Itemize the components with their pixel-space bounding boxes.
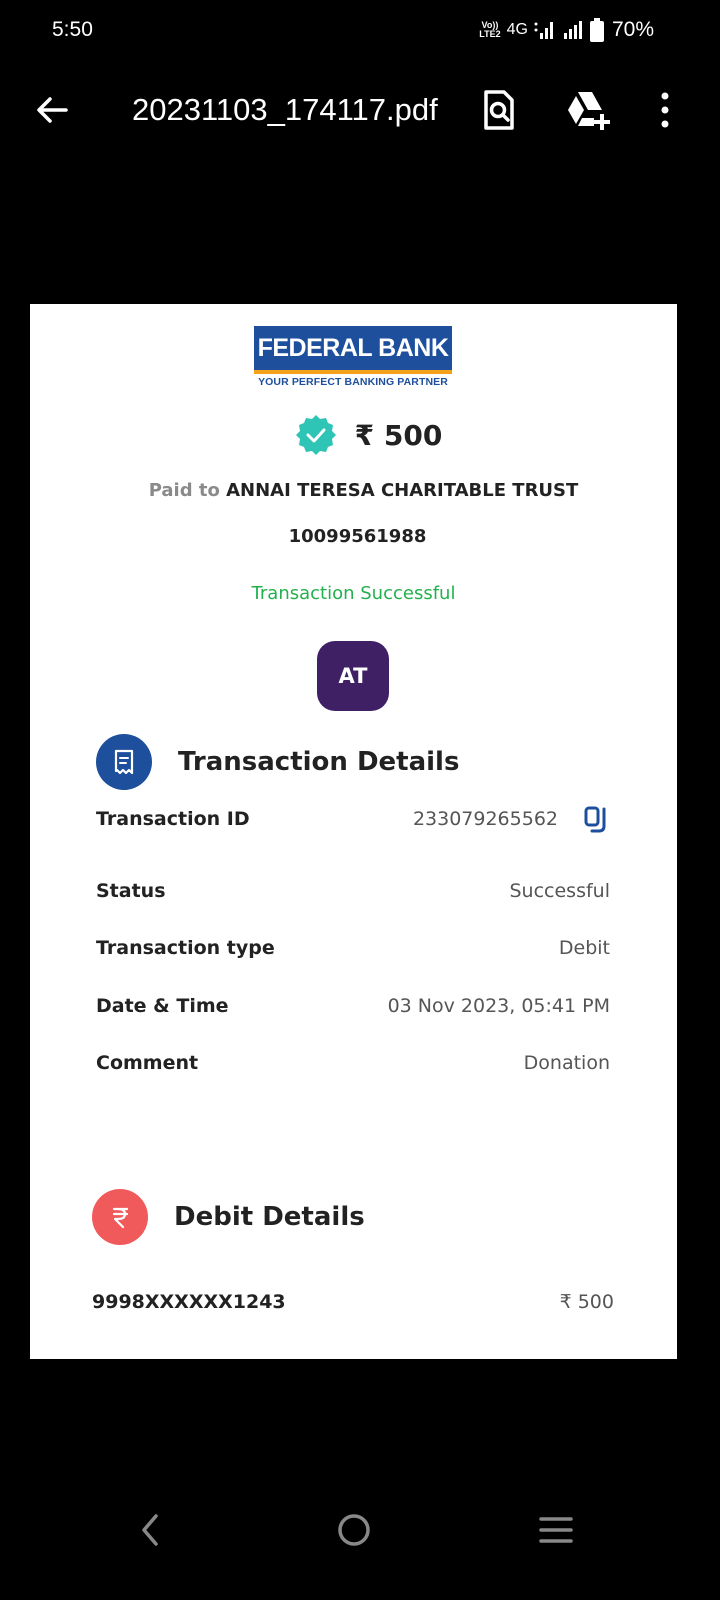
arrow-back-icon (37, 97, 68, 123)
transaction-status-message: Transaction Successful (251, 583, 456, 604)
back-button[interactable] (32, 90, 72, 130)
paid-to-line: Paid to ANNAI TERESA CHARITABLE TRUST (30, 480, 677, 501)
status-time: 5:50 (52, 18, 93, 41)
detail-row-transaction-id: Transaction ID 233079265562 (96, 804, 610, 834)
payee-name: ANNAI TERESA CHARITABLE TRUST (226, 480, 579, 501)
network-type: 4G (506, 21, 528, 38)
more-vert-icon (661, 92, 669, 128)
detail-row-date-time: Date & Time 03 Nov 2023, 05:41 PM (96, 991, 610, 1021)
detail-row-status: Status Successful (96, 876, 610, 906)
battery-icon (589, 18, 604, 42)
detail-row-comment: Comment Donation (96, 1048, 610, 1078)
debit-account-number: 9998XXXXXX1243 (92, 1291, 286, 1313)
detail-label: Transaction ID (96, 808, 250, 830)
search-in-document-button[interactable] (478, 88, 520, 132)
file-name: 20231103_174117.pdf (132, 92, 438, 127)
volte-indicator: Vo)) LTE2 (479, 20, 501, 39)
detail-label: Transaction type (96, 937, 275, 959)
app-bar: 20231103_174117.pdf (0, 80, 706, 140)
detail-value: 03 Nov 2023, 05:41 PM (387, 995, 610, 1017)
more-options-button[interactable] (650, 88, 680, 132)
add-to-drive-icon (568, 92, 610, 130)
debit-details-header: Debit Details (92, 1189, 365, 1245)
detail-value: Donation (523, 1052, 610, 1074)
battery-percent: 70% (611, 18, 654, 41)
home-circle-icon (338, 1514, 370, 1546)
signal-icon (563, 21, 582, 39)
chevron-left-icon (142, 1514, 158, 1546)
pdf-page: FEDERAL BANK YOUR PERFECT BANKING PARTNE… (30, 304, 677, 1359)
detail-value: Debit (558, 937, 610, 959)
nav-recents-button[interactable] (538, 1514, 574, 1546)
debit-row: 9998XXXXXX1243 ₹ 500 (92, 1287, 614, 1317)
amount-row: ₹ 500 (30, 414, 677, 456)
document-search-icon (484, 90, 514, 130)
detail-label: Comment (96, 1052, 199, 1074)
transaction-details-header: Transaction Details (96, 734, 459, 790)
detail-label: Date & Time (96, 995, 229, 1017)
nav-home-button[interactable] (336, 1512, 372, 1548)
paid-amount: ₹ 500 (354, 418, 443, 452)
bank-name: FEDERAL BANK (254, 326, 452, 370)
detail-row-transaction-type: Transaction type Debit (96, 933, 610, 963)
nav-back-button[interactable] (134, 1512, 166, 1548)
signal-icon (534, 22, 553, 39)
logo-stripe (254, 370, 452, 374)
debit-amount: ₹ 500 (559, 1291, 614, 1313)
payee-account-number: 10099561988 (288, 526, 427, 547)
add-to-drive-button[interactable] (564, 88, 612, 132)
verified-check-icon (295, 415, 336, 455)
detail-value: Successful (509, 880, 611, 902)
federal-bank-logo: FEDERAL BANK YOUR PERFECT BANKING PARTNE… (254, 326, 452, 390)
debit-details-title: Debit Details (174, 1202, 365, 1232)
system-nav-bar (0, 1500, 706, 1560)
transaction-details-title: Transaction Details (178, 747, 460, 777)
rupee-transfer-icon (92, 1189, 148, 1245)
menu-lines-icon (539, 1517, 573, 1543)
detail-label: Status (96, 880, 166, 902)
bank-tagline: YOUR PERFECT BANKING PARTNER (258, 376, 448, 388)
status-bar: 5:50 Vo)) LTE2 4G 70% (0, 0, 706, 60)
detail-value: 233079265562 (413, 805, 610, 833)
transaction-id-value: 233079265562 (412, 808, 558, 830)
copy-icon[interactable] (584, 805, 610, 833)
payee-avatar: AT (317, 641, 389, 711)
status-icons: Vo)) LTE2 4G 70% (479, 14, 654, 46)
receipt-icon (96, 734, 152, 790)
paid-to-prefix: Paid to (148, 480, 220, 501)
